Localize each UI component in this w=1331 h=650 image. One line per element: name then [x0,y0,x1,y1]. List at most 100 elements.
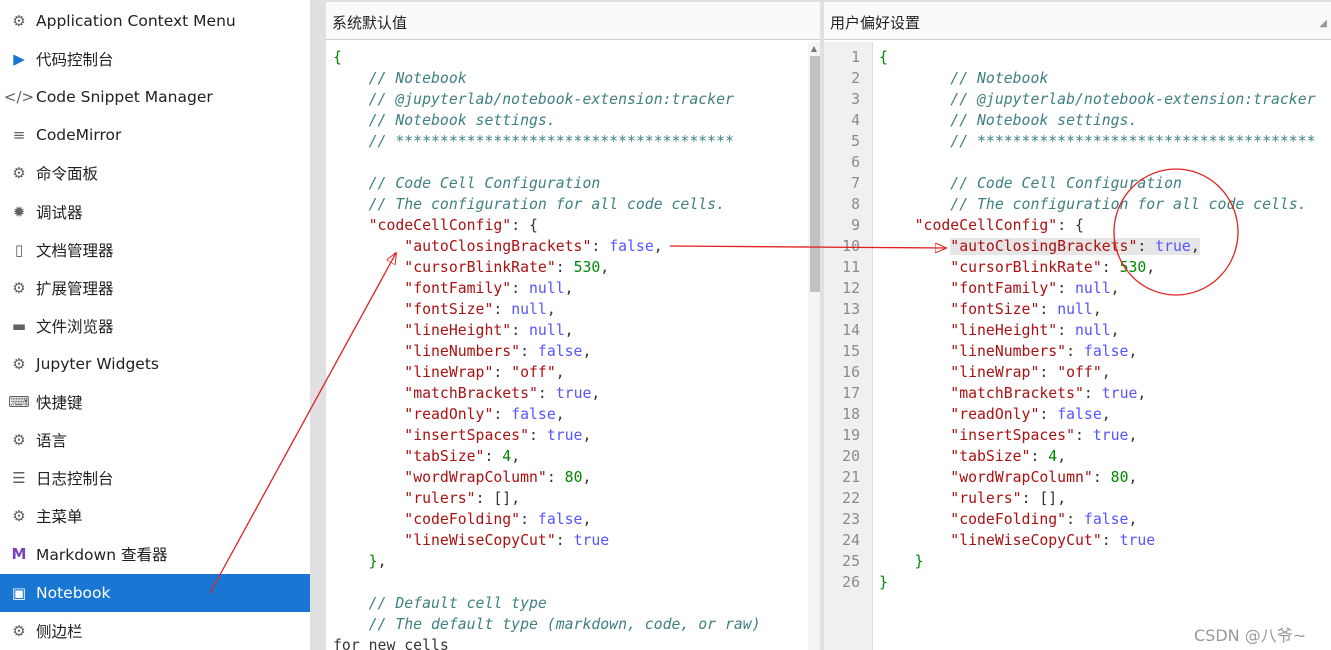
code-line: "fontFamily": null, [404,280,574,297]
code-line: "lineNumbers": false, [950,343,1138,360]
line-number: 1 [851,49,860,66]
gear-icon: ⚙ [12,431,26,450]
sidebar-item-13[interactable]: ⚙ 主菜单 [0,497,310,535]
file-icon: ▯ [14,240,24,259]
code-line: // Notebook [368,70,467,87]
keyboard-icon: ⌨ [8,393,30,411]
sidebar-item-0[interactable]: ⚙ Application Context Menu [0,2,310,40]
sidebar-item-14[interactable]: M Markdown 查看器 [0,535,310,573]
line-number: 24 [842,532,860,549]
code-line: } [914,553,924,570]
line-number: 26 [842,574,860,591]
user-preferences-editor[interactable]: 1 2 3 4 5 6 7 8 9 10 11 12 13 14 15 16 17 18 19 20 21 22 23 24 2… [824,42,1331,650]
sidebar-item-6[interactable]: ▯ 文档管理器 [0,231,310,269]
sidebar-item-label: 扩展管理器 [36,279,114,298]
resize-corner-icon[interactable]: ◢ [1319,18,1327,29]
user-preferences-pane: 用户偏好设置 ◢ 1 2 3 4 5 6 7 8 9 10 11 12 13 14 15 16 17 18 19 20… [824,0,1331,650]
code-line: "readOnly": false, [950,406,1111,423]
sidebar-item-5[interactable]: ✹ 调试器 [0,193,310,231]
code-line: // Default cell type [368,595,547,612]
code-line: "matchBrackets": true, [950,385,1147,402]
code-line: "readOnly": false, [404,406,565,423]
sidebar-item-9[interactable]: ⚙ Jupyter Widgets [0,345,310,383]
line-number: 18 [842,406,860,423]
sidebar-item-1[interactable]: ▶ 代码控制台 [0,40,310,78]
code-line: // Code Cell Configuration [368,175,601,192]
code-line: // The default type (markdown, code, or … [368,616,761,633]
sidebar-item-label: 命令面板 [36,165,99,184]
code-line: "fontSize": null, [404,301,556,318]
sidebar-item-label: Code Snippet Manager [36,88,213,107]
sidebar-item-8[interactable]: ▬ 文件浏览器 [0,307,310,345]
code-line: "autoClosingBrackets": false, [404,238,663,255]
sidebar-item-label: 语言 [36,432,68,451]
sidebar-item-label: 主菜单 [36,508,83,527]
sidebar-item-label: Markdown 查看器 [36,546,168,565]
console-icon: ▶ [13,50,25,69]
sidebar-item-10[interactable]: ⌨ 快捷键 [0,383,310,421]
code-line: for new cells [333,637,449,650]
sidebar-item-16[interactable]: ⚙ 侧边栏 [0,612,310,650]
code-line: "rulers": [], [950,490,1067,507]
line-number: 23 [842,511,860,528]
line-number: 9 [851,217,860,234]
list-icon: ☰ [12,469,26,488]
system-defaults-pane: 系统默认值 { // Notebook // @jupyterlab/noteb… [326,0,820,650]
gear-icon: ⚙ [12,621,26,640]
code-line: "matchBrackets": true, [404,385,601,402]
line-number: 20 [842,448,860,465]
sidebar-item-label: 文档管理器 [36,241,114,260]
gear-icon: ⚙ [12,278,26,297]
line-number: 3 [851,91,860,108]
sidebar-item-label: 调试器 [36,203,83,222]
code-line: "codeFolding": false, [404,511,592,528]
code-line: // @jupyterlab/notebook-extension:tracke… [368,91,734,108]
sidebar-item-3[interactable]: ≡ CodeMirror [0,116,310,154]
line-number: 7 [851,175,860,192]
user-preferences-title: 用户偏好设置 [830,14,921,32]
gear-icon: ⚙ [12,164,26,183]
code-line: "insertSpaces": true, [950,427,1138,444]
code-line: // @jupyterlab/notebook-extension:tracke… [950,91,1316,108]
folder-icon: ▬ [11,316,27,335]
system-defaults-title: 系统默认值 [332,14,408,32]
code-line: "fontSize": null, [950,301,1102,318]
line-number: 12 [842,280,860,297]
sidebar-item-4[interactable]: ⚙ 命令面板 [0,154,310,192]
line-number: 4 [851,112,860,129]
system-defaults-editor[interactable]: { // Notebook // @jupyterlab/notebook-ex… [326,42,820,650]
sidebar-item-12[interactable]: ☰ 日志控制台 [0,459,310,497]
code-line: "fontFamily": null, [950,280,1120,297]
line-number: 8 [851,196,860,213]
sidebar-item-15[interactable]: ▣ Notebook [0,573,310,612]
gear-icon: ⚙ [12,12,26,30]
sidebar-item-2[interactable]: </> Code Snippet Manager [0,78,310,116]
code-line: // Notebook settings. [368,112,556,129]
user-preferences-header: 用户偏好设置 ◢ [824,0,1331,40]
code-line: }, [368,553,387,570]
code-line: "lineWiseCopyCut": true [404,532,610,549]
sidebar-item-label: 代码控制台 [36,51,114,70]
system-defaults-header: 系统默认值 [326,0,820,40]
code-line: // The configuration for all code cells. [950,196,1307,213]
sidebar-item-7[interactable]: ⚙ 扩展管理器 [0,269,310,307]
scrollbar-thumb[interactable] [810,56,820,292]
code-line: // Notebook settings. [950,112,1138,129]
gear-icon: ⚙ [12,354,26,373]
line-number: 10 [842,238,860,255]
code-line: "tabSize": 4, [950,448,1067,465]
code-line: "codeFolding": false, [950,511,1138,528]
line-number: 11 [842,259,860,276]
code-line: "lineHeight": null, [950,322,1120,339]
sidebar-item-label: 快捷键 [36,394,83,412]
sidebar-item-11[interactable]: ⚙ 语言 [0,421,310,459]
sidebar-item-label: CodeMirror [36,126,122,145]
sidebar-item-label: Application Context Menu [36,12,236,30]
code-line: "rulers": [], [404,490,521,507]
notebook-icon: ▣ [11,583,27,602]
code-line: "codeCellConfig": { [914,217,1084,234]
code-icon: </> [3,88,35,107]
code-line: { [879,49,888,66]
panel-separator[interactable] [310,0,326,650]
scroll-up-icon[interactable]: ▲ [808,44,820,54]
